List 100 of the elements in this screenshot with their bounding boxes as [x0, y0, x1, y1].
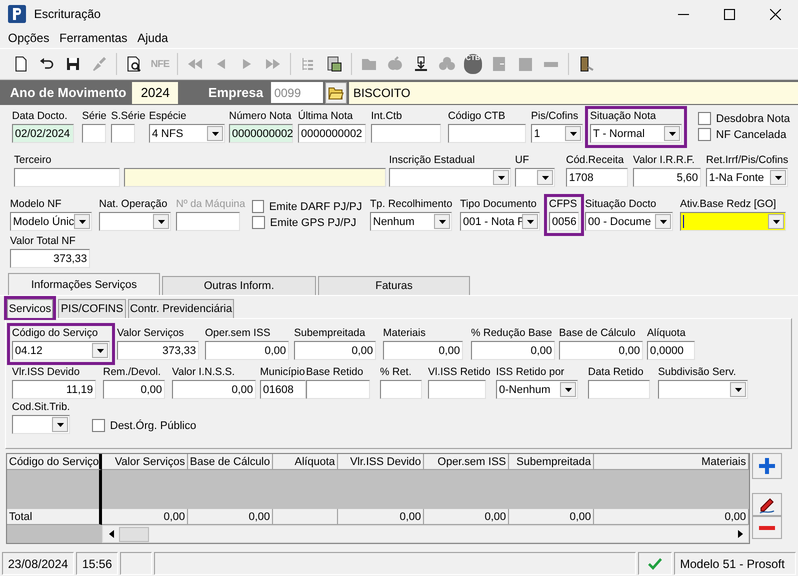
caret-icon: [56, 422, 64, 426]
dropdown-button[interactable]: [730, 382, 746, 397]
input-field[interactable]: 373,33: [10, 249, 90, 268]
combo-box[interactable]: [515, 168, 555, 187]
input-field[interactable]: [111, 124, 135, 143]
combo-box[interactable]: T - Normal: [590, 124, 682, 143]
input-field[interactable]: [176, 212, 240, 231]
checkbox[interactable]: [252, 216, 265, 229]
dropdown-button[interactable]: [493, 170, 509, 185]
tab[interactable]: Informações Serviços: [8, 273, 160, 295]
remove-button[interactable]: [752, 516, 782, 539]
company-code-field[interactable]: 0099: [271, 82, 324, 103]
input-field[interactable]: 0056: [549, 212, 579, 231]
file-icon[interactable]: [13, 56, 29, 72]
tab[interactable]: Outras Inform.: [162, 276, 316, 295]
dropdown-button[interactable]: [74, 214, 90, 229]
maximize-icon[interactable]: [724, 8, 734, 20]
input-field[interactable]: [588, 380, 650, 399]
checkbox[interactable]: [92, 419, 105, 432]
scroll-thumb[interactable]: [119, 526, 149, 542]
menu-item[interactable]: Opções: [3, 31, 54, 45]
input-field[interactable]: [448, 124, 526, 143]
dropdown-button[interactable]: [770, 170, 786, 185]
dropdown-button[interactable]: [207, 126, 223, 141]
tab[interactable]: Contr. Previdenciária: [128, 299, 234, 318]
preview-icon[interactable]: [126, 56, 142, 72]
dropdown-button[interactable]: [664, 126, 680, 141]
dropdown-button[interactable]: [522, 214, 538, 229]
field-label: Série: [82, 109, 107, 124]
combo-box[interactable]: 0-Nenhum: [496, 380, 578, 399]
combo-box[interactable]: 4 NFS: [149, 124, 225, 143]
input-field[interactable]: 0000000002: [298, 124, 366, 143]
combo-box[interactable]: 04.12: [12, 341, 110, 360]
combo-box[interactable]: [12, 415, 70, 434]
combo-box[interactable]: 00 - Docume: [585, 212, 673, 231]
combo-box[interactable]: [99, 212, 171, 231]
input-field[interactable]: 0,00: [103, 380, 165, 399]
combo-box[interactable]: [680, 212, 786, 231]
input-field[interactable]: 0,0000: [647, 341, 695, 360]
combo-box[interactable]: 1-Na Fonte: [706, 168, 788, 187]
tab[interactable]: Servicos: [7, 299, 53, 318]
exit-icon[interactable]: [578, 56, 594, 72]
input-field[interactable]: 0,00: [294, 341, 376, 360]
combo-box[interactable]: [658, 380, 748, 399]
combo-box[interactable]: [389, 168, 511, 187]
input-field[interactable]: [82, 124, 106, 143]
input-field[interactable]: 01608: [260, 380, 306, 399]
scroll-right-icon[interactable]: [738, 530, 742, 538]
input-field[interactable]: [14, 168, 120, 187]
edit-button[interactable]: [752, 493, 782, 516]
checkbox[interactable]: [698, 128, 711, 141]
dropdown-button[interactable]: [52, 417, 68, 432]
input-field[interactable]: [306, 380, 370, 399]
add-button[interactable]: [752, 453, 782, 479]
combo-box[interactable]: 1: [531, 124, 583, 143]
dropdown-button[interactable]: [537, 170, 553, 185]
open-button[interactable]: [325, 82, 348, 104]
input-field[interactable]: 0,00: [205, 341, 289, 360]
checkbox[interactable]: [252, 200, 264, 213]
dropdown-button[interactable]: [565, 126, 581, 141]
dropdown-button[interactable]: [655, 214, 671, 229]
input-field[interactable]: 02/02/2024: [12, 124, 74, 143]
horizontal-scrollbar[interactable]: [102, 525, 749, 543]
report-icon[interactable]: [326, 56, 342, 72]
dropdown-button[interactable]: [560, 382, 576, 397]
close-icon[interactable]: [770, 8, 780, 20]
field-label: Modelo NF: [10, 197, 62, 212]
field-label: Valor I.R.R.F.: [633, 153, 695, 168]
dropdown-button[interactable]: [434, 214, 450, 229]
menu-item[interactable]: Ferramentas: [54, 31, 132, 45]
input-field[interactable]: 0,00: [172, 380, 256, 399]
combo-box[interactable]: Nenhum: [370, 212, 452, 231]
combo-box[interactable]: Modelo Únic: [10, 212, 92, 231]
undo-icon[interactable]: [39, 56, 55, 72]
input-field[interactable]: 373,33: [117, 341, 199, 360]
save-icon[interactable]: [65, 56, 81, 72]
input-field[interactable]: 0,00: [471, 341, 555, 360]
input-field[interactable]: 0,00: [383, 341, 463, 360]
import-icon[interactable]: [413, 56, 429, 72]
menu-item[interactable]: Ajuda: [132, 31, 174, 45]
tab[interactable]: PIS/COFINS: [58, 299, 126, 318]
input-field[interactable]: 11,19: [12, 380, 96, 399]
input-field[interactable]: [124, 168, 386, 187]
year-field[interactable]: 2024: [132, 82, 178, 104]
caret-icon: [564, 388, 572, 392]
input-field[interactable]: [428, 380, 486, 399]
field-label: Materiais: [383, 326, 426, 341]
dropdown-button[interactable]: [768, 214, 784, 229]
dropdown-button[interactable]: [153, 214, 169, 229]
checkbox[interactable]: [698, 112, 711, 125]
input-field[interactable]: 5,60: [633, 168, 701, 187]
input-field[interactable]: 1708: [566, 168, 628, 187]
input-field[interactable]: [371, 124, 441, 143]
company-name-field[interactable]: BISCOITO: [349, 82, 798, 104]
input-field[interactable]: 0000000002: [229, 124, 293, 143]
input-field[interactable]: 0,00: [559, 341, 643, 360]
tab[interactable]: Faturas: [318, 276, 470, 295]
input-field[interactable]: [380, 380, 422, 399]
dropdown-button[interactable]: [92, 343, 108, 358]
scroll-left-icon[interactable]: [108, 530, 114, 538]
